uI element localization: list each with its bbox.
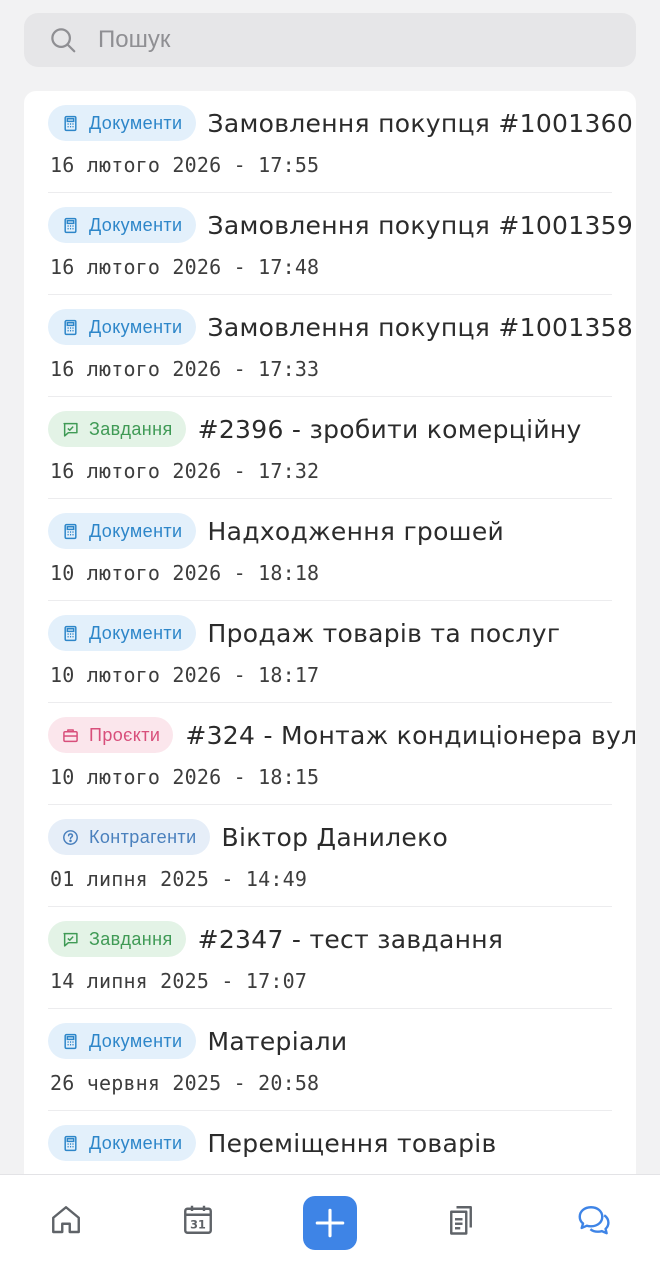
plus-icon xyxy=(315,1208,345,1238)
list-item[interactable]: Завдання #2396 - зробити комерційну 16 лют… xyxy=(48,397,612,499)
home-icon xyxy=(52,1206,80,1234)
documents-icon xyxy=(450,1206,472,1235)
list-item[interactable]: Документи Переміщення товарів xyxy=(48,1111,612,1181)
calculator-icon xyxy=(62,115,89,132)
item-date: 26 червня 2025 - 20:58 xyxy=(50,1071,320,1095)
item-header: Завдання #2396 - зробити комерційну xyxy=(48,411,582,447)
task-check-icon xyxy=(62,931,89,948)
nav-chat[interactable] xyxy=(569,1195,619,1245)
nav-calendar[interactable]: 31 xyxy=(173,1195,223,1245)
item-header: Документи Замовлення покупця #1001358 xyxy=(48,309,633,345)
list-item[interactable]: Документи Замовлення покупця #1001360 16 л… xyxy=(48,91,633,193)
item-title: #2396 - зробити комерційну xyxy=(197,414,582,444)
chat-icon xyxy=(578,1206,610,1235)
item-date: 16 лютого 2026 - 17:33 xyxy=(50,357,320,381)
item-date: 01 липня 2025 - 14:49 xyxy=(50,867,308,891)
item-header: Документи Переміщення товарів xyxy=(48,1125,497,1161)
category-label: Документи xyxy=(89,520,183,541)
search-icon xyxy=(51,28,76,53)
category-label: Документи xyxy=(89,622,183,643)
add-button[interactable] xyxy=(303,1196,357,1250)
category-badge: Проєкти xyxy=(48,717,174,753)
category-label: Документи xyxy=(89,1132,183,1153)
category-label: Документи xyxy=(89,316,183,337)
category-badge: Завдання xyxy=(48,411,186,447)
item-title: Продаж товарів та послуг xyxy=(207,618,561,648)
list-item[interactable]: Документи Матеріали 26 червня 2025 - 20:58 xyxy=(48,1009,612,1111)
list-item[interactable]: Проєкти #324 - Монтаж кондиціонера вул. 10… xyxy=(48,703,636,805)
category-label: Документи xyxy=(89,1030,183,1051)
search-input[interactable] xyxy=(98,26,578,54)
category-badge: Документи xyxy=(48,309,196,345)
category-badge: Документи xyxy=(48,207,196,243)
category-badge: Документи xyxy=(48,105,196,141)
item-header: Документи Замовлення покупця #1001359 xyxy=(48,207,633,243)
calculator-icon xyxy=(62,625,89,642)
item-header: Проєкти #324 - Монтаж кондиціонера вул. xyxy=(48,717,636,753)
task-check-icon xyxy=(62,421,89,438)
item-date: 16 лютого 2026 - 17:32 xyxy=(50,459,320,483)
list-item[interactable]: Документи Замовлення покупця #1001358 16 л… xyxy=(48,295,633,397)
item-header: Документи Надходження грошей xyxy=(48,513,504,549)
category-label: Проєкти xyxy=(89,724,161,745)
item-date: 10 лютого 2026 - 18:15 xyxy=(50,765,320,789)
item-date: 16 лютого 2026 - 17:55 xyxy=(50,153,320,177)
item-date: 16 лютого 2026 - 17:48 xyxy=(50,255,320,279)
list-item[interactable]: Документи Надходження грошей 10 лютого 202… xyxy=(48,499,612,601)
list-item[interactable]: Документи Замовлення покупця #1001359 16 л… xyxy=(48,193,633,295)
calculator-icon xyxy=(62,319,89,336)
item-title: Віктор Данилеко xyxy=(221,822,449,852)
item-header: Документи Матеріали xyxy=(48,1023,347,1059)
item-date: 10 лютого 2026 - 18:17 xyxy=(50,663,320,687)
item-title: Замовлення покупця #1001358 xyxy=(207,312,634,342)
nav-documents[interactable] xyxy=(436,1195,486,1245)
calculator-icon xyxy=(62,1135,89,1152)
category-label: Контрагенти xyxy=(89,826,197,847)
briefcase-icon xyxy=(62,727,89,744)
category-badge: Контрагенти xyxy=(48,819,210,855)
item-title: Матеріали xyxy=(207,1026,348,1056)
category-label: Завдання xyxy=(89,418,173,439)
search-bar[interactable] xyxy=(24,13,636,67)
category-label: Документи xyxy=(89,112,183,133)
list-item[interactable]: Документи Продаж товарів та послуг 10 люто… xyxy=(48,601,612,703)
list-item[interactable]: Контрагенти Віктор Данилеко 01 липня 2025 … xyxy=(48,805,612,907)
calendar-icon: 31 xyxy=(184,1205,212,1234)
question-circle-icon xyxy=(62,829,89,846)
calculator-icon xyxy=(62,1033,89,1050)
category-badge: Документи xyxy=(48,615,196,651)
item-header: Завдання #2347 - тест завдання xyxy=(48,921,503,957)
category-badge: Документи xyxy=(48,513,196,549)
results-list: Документи Замовлення покупця #1001360 16 л… xyxy=(24,91,636,1181)
item-title: Замовлення покупця #1001360 xyxy=(207,108,634,138)
item-header: Контрагенти Віктор Данилеко xyxy=(48,819,448,855)
screen: Документи Замовлення покупця #1001360 16 л… xyxy=(0,0,660,1265)
category-label: Завдання xyxy=(89,928,173,949)
category-badge: Документи xyxy=(48,1125,196,1161)
calculator-icon xyxy=(62,217,89,234)
bottom-nav: 31 xyxy=(0,1174,660,1265)
calculator-icon xyxy=(62,523,89,540)
item-title: Надходження грошей xyxy=(207,516,505,546)
svg-text:31: 31 xyxy=(190,1219,206,1232)
list-item[interactable]: Завдання #2347 - тест завдання 14 липня 20… xyxy=(48,907,612,1009)
item-header: Документи Замовлення покупця #1001360 xyxy=(48,105,633,141)
item-title: #2347 - тест завдання xyxy=(197,924,504,954)
category-badge: Завдання xyxy=(48,921,186,957)
nav-home[interactable] xyxy=(41,1195,91,1245)
item-title: Замовлення покупця #1001359 xyxy=(207,210,634,240)
item-header: Документи Продаж товарів та послуг xyxy=(48,615,560,651)
category-label: Документи xyxy=(89,214,183,235)
category-badge: Документи xyxy=(48,1023,196,1059)
item-date: 10 лютого 2026 - 18:18 xyxy=(50,561,320,585)
item-title: Переміщення товарів xyxy=(207,1128,497,1158)
item-date: 14 липня 2025 - 17:07 xyxy=(50,969,308,993)
item-title: #324 - Монтаж кондиціонера вул. xyxy=(185,720,636,750)
